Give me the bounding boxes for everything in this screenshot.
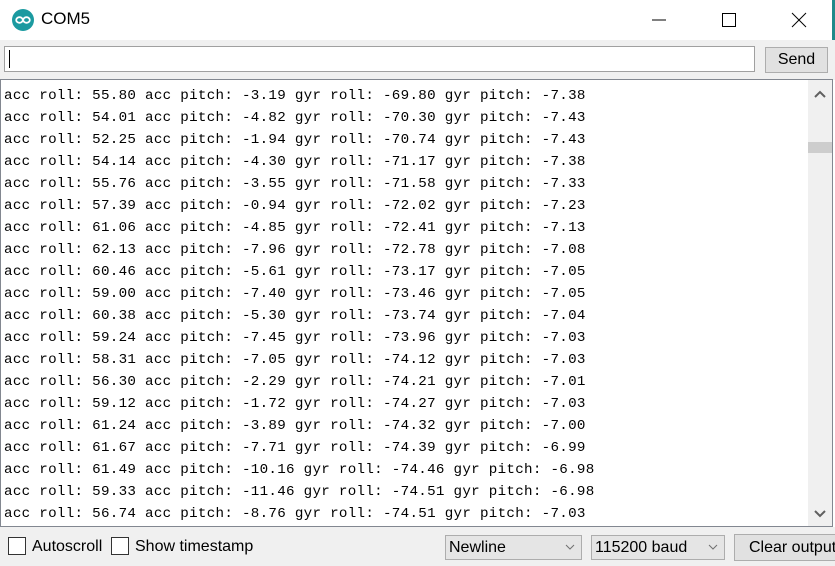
close-button[interactable] — [776, 0, 822, 40]
scroll-up-button[interactable] — [808, 82, 832, 106]
serial-line: acc roll: 55.80 acc pitch: -3.19 gyr rol… — [4, 88, 586, 104]
autoscroll-checkbox[interactable] — [8, 537, 26, 555]
window-title: COM5 — [41, 9, 91, 28]
serial-output: acc roll: 55.80 acc pitch: -3.19 gyr rol… — [0, 79, 833, 527]
serial-line: acc roll: 61.06 acc pitch: -4.85 gyr rol… — [4, 220, 586, 236]
line-ending-value: Newline — [449, 538, 506, 556]
serial-line: acc roll: 60.46 acc pitch: -5.61 gyr rol… — [4, 264, 586, 280]
serial-send-input[interactable] — [4, 46, 755, 72]
serial-line: acc roll: 54.01 acc pitch: -4.82 gyr rol… — [4, 110, 586, 126]
serial-line: acc roll: 57.39 acc pitch: -0.94 gyr rol… — [4, 198, 586, 214]
serial-line: acc roll: 56.74 acc pitch: -8.76 gyr rol… — [4, 506, 586, 522]
baud-rate-select[interactable]: 115200 baud — [591, 535, 725, 560]
scroll-thumb[interactable] — [808, 142, 832, 153]
arduino-logo-icon — [12, 9, 34, 31]
chevron-down-icon — [814, 510, 826, 518]
close-icon — [791, 12, 807, 28]
serial-line: acc roll: 55.76 acc pitch: -3.55 gyr rol… — [4, 176, 586, 192]
chevron-down-icon — [708, 544, 718, 550]
maximize-button[interactable] — [706, 0, 752, 40]
serial-line: acc roll: 59.00 acc pitch: -7.40 gyr rol… — [4, 286, 586, 302]
serial-line: acc roll: 60.38 acc pitch: -5.30 gyr rol… — [4, 308, 586, 324]
serial-line: acc roll: 62.13 acc pitch: -7.96 gyr rol… — [4, 242, 586, 258]
minimize-icon — [652, 19, 666, 21]
title-bar: COM5 — [0, 0, 835, 40]
autoscroll-label: Autoscroll — [32, 538, 103, 555]
serial-output-lines: acc roll: 55.80 acc pitch: -3.19 gyr rol… — [4, 85, 595, 525]
serial-line: acc roll: 59.12 acc pitch: -1.72 gyr rol… — [4, 396, 586, 412]
serial-line: acc roll: 58.31 acc pitch: -7.05 gyr rol… — [4, 352, 586, 368]
show-timestamp-checkbox[interactable] — [111, 537, 129, 555]
baud-rate-value: 115200 baud — [595, 538, 688, 556]
text-caret — [9, 50, 10, 68]
serial-line: acc roll: 61.67 acc pitch: -7.71 gyr rol… — [4, 440, 586, 456]
clear-output-button[interactable]: Clear output — [734, 534, 835, 561]
serial-line: acc roll: 52.25 acc pitch: -1.94 gyr rol… — [4, 132, 586, 148]
send-button[interactable]: Send — [765, 47, 828, 73]
chevron-up-icon — [814, 90, 826, 98]
serial-line: acc roll: 56.30 acc pitch: -2.29 gyr rol… — [4, 374, 586, 390]
line-ending-select[interactable]: Newline — [445, 535, 582, 560]
minimize-button[interactable] — [636, 0, 682, 40]
serial-line: acc roll: 61.49 acc pitch: -10.16 gyr ro… — [4, 462, 595, 478]
serial-line: acc roll: 61.24 acc pitch: -3.89 gyr rol… — [4, 418, 586, 434]
vertical-scrollbar[interactable] — [808, 80, 832, 526]
maximize-icon — [722, 13, 736, 27]
scroll-down-button[interactable] — [808, 502, 832, 526]
serial-line: acc roll: 59.24 acc pitch: -7.45 gyr rol… — [4, 330, 586, 346]
chevron-down-icon — [565, 544, 575, 550]
show-timestamp-label: Show timestamp — [135, 538, 254, 555]
serial-line: acc roll: 54.14 acc pitch: -4.30 gyr rol… — [4, 154, 586, 170]
serial-line: acc roll: 59.33 acc pitch: -11.46 gyr ro… — [4, 484, 595, 500]
